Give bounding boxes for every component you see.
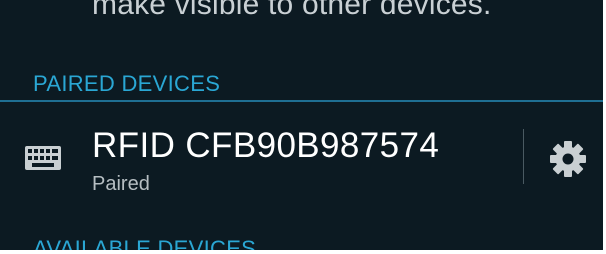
action-separator xyxy=(523,129,524,184)
bottom-edge xyxy=(0,250,606,254)
keyboard-icon xyxy=(25,146,61,170)
gear-icon xyxy=(550,141,586,177)
visibility-hint-text: make visible to other devices. xyxy=(92,0,492,21)
section-divider xyxy=(0,100,606,102)
paired-devices-header: PAIRED DEVICES xyxy=(33,71,221,96)
bluetooth-settings-screen: make visible to other devices. PAIRED DE… xyxy=(0,0,606,254)
device-status: Paired xyxy=(92,173,150,195)
device-settings-button[interactable] xyxy=(538,134,598,184)
device-name: RFID CFB90B987574 xyxy=(92,126,440,165)
paired-device-row[interactable]: RFID CFB90B987574 Paired xyxy=(0,104,606,224)
